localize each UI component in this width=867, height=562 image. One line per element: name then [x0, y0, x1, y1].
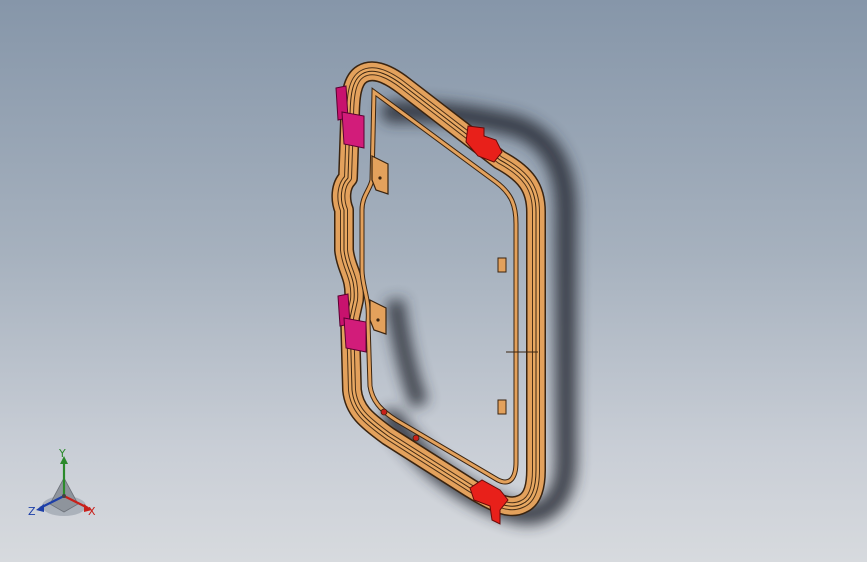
3d-model-view[interactable] [0, 0, 867, 562]
graphics-viewport[interactable]: Y X Z [0, 0, 867, 562]
mounting-bracket[interactable] [371, 155, 389, 195]
z-axis-label: Z [28, 505, 36, 518]
frame-part[interactable] [331, 61, 546, 517]
side-tab [497, 257, 507, 415]
x-axis-label: X [88, 505, 96, 518]
mounting-bracket[interactable] [369, 299, 387, 335]
y-axis-label: Y [59, 447, 66, 460]
orientation-triad[interactable]: Y X Z [26, 448, 106, 524]
